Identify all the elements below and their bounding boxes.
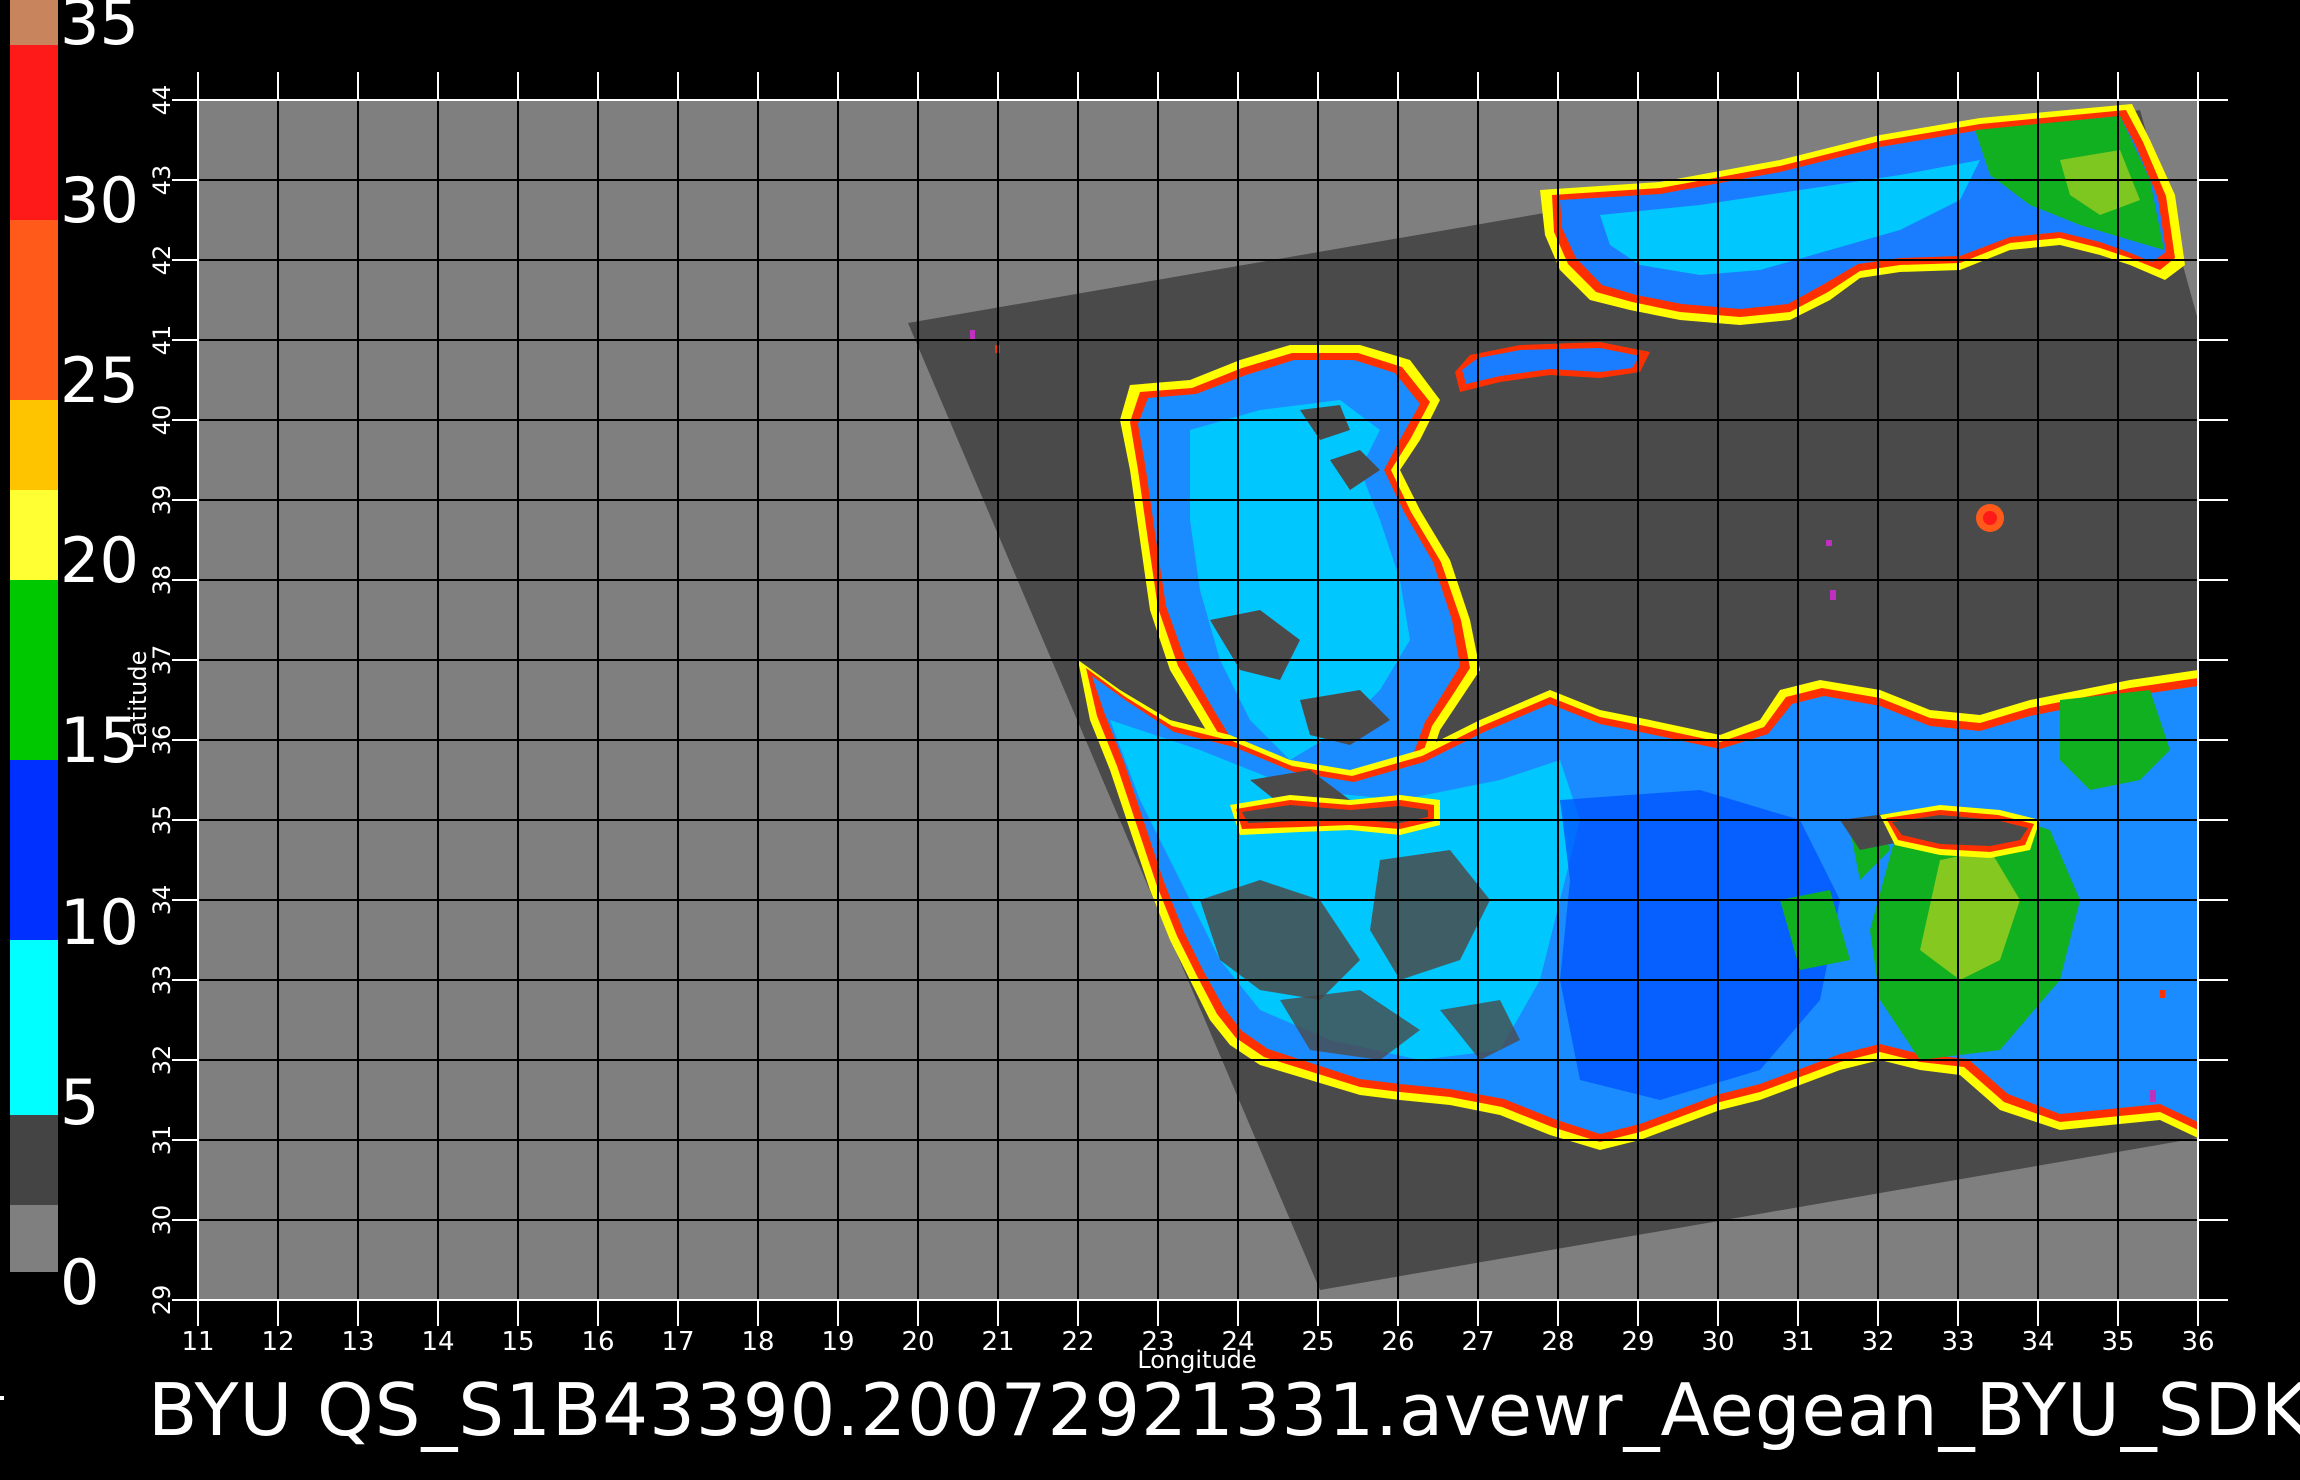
y-tick-label: 40	[148, 405, 176, 436]
x-tick-label: 30	[1701, 1327, 1734, 1357]
x-tick-label: 34	[2021, 1327, 2054, 1357]
y-tick-label: 36	[148, 725, 176, 756]
x-tick-label: 21	[981, 1327, 1014, 1357]
y-tick-label: 43	[148, 165, 176, 196]
edge-marker	[0, 1396, 4, 1400]
x-tick-label: 15	[501, 1327, 534, 1357]
x-tick-label: 19	[821, 1327, 854, 1357]
y-tick-label: 44	[148, 85, 176, 116]
y-tick-label: 41	[148, 325, 176, 356]
y-tick-label: 42	[148, 245, 176, 276]
x-tick-label: 26	[1381, 1327, 1414, 1357]
y-axis-label: Latitude	[124, 651, 152, 750]
y-tick-label: 35	[148, 805, 176, 836]
x-tick-label: 31	[1781, 1327, 1814, 1357]
wind-speed-map: 11 12 13 14 15 16 17 18 19 20 21 22 23 24 25 26 27 28 29 30…	[124, 72, 2228, 1374]
y-tick-label: 31	[148, 1125, 176, 1156]
y-tick-label: 33	[148, 965, 176, 996]
x-tick-label: 33	[1941, 1327, 1974, 1357]
y-tick-label: 30	[148, 1205, 176, 1236]
x-tick-label: 12	[261, 1327, 294, 1357]
y-tick-label: 34	[148, 885, 176, 916]
x-tick-label: 16	[581, 1327, 614, 1357]
y-tick-label: 32	[148, 1045, 176, 1076]
x-tick-label: 29	[1621, 1327, 1654, 1357]
x-tick-label: 20	[901, 1327, 934, 1357]
x-tick-label: 18	[741, 1327, 774, 1357]
x-tick-label: 25	[1301, 1327, 1334, 1357]
x-tick-label: 14	[421, 1327, 454, 1357]
crete-island	[1230, 795, 1440, 835]
y-tick-label: 39	[148, 485, 176, 516]
x-tick-label: 36	[2181, 1327, 2214, 1357]
y-tick-label: 37	[148, 645, 176, 676]
y-tick-label: 38	[148, 565, 176, 596]
x-tick-label: 11	[181, 1327, 214, 1357]
image-title: BYU QS_S1B43390.20072921331.avewr_Aegean…	[148, 1368, 2300, 1452]
x-tick-label: 17	[661, 1327, 694, 1357]
y-tick-label: 29	[148, 1285, 176, 1316]
x-tick-label: 28	[1541, 1327, 1574, 1357]
x-tick-label: 22	[1061, 1327, 1094, 1357]
x-tick-label: 27	[1461, 1327, 1494, 1357]
x-tick-label: 13	[341, 1327, 374, 1357]
x-tick-label: 32	[1861, 1327, 1894, 1357]
x-tick-label: 35	[2101, 1327, 2134, 1357]
